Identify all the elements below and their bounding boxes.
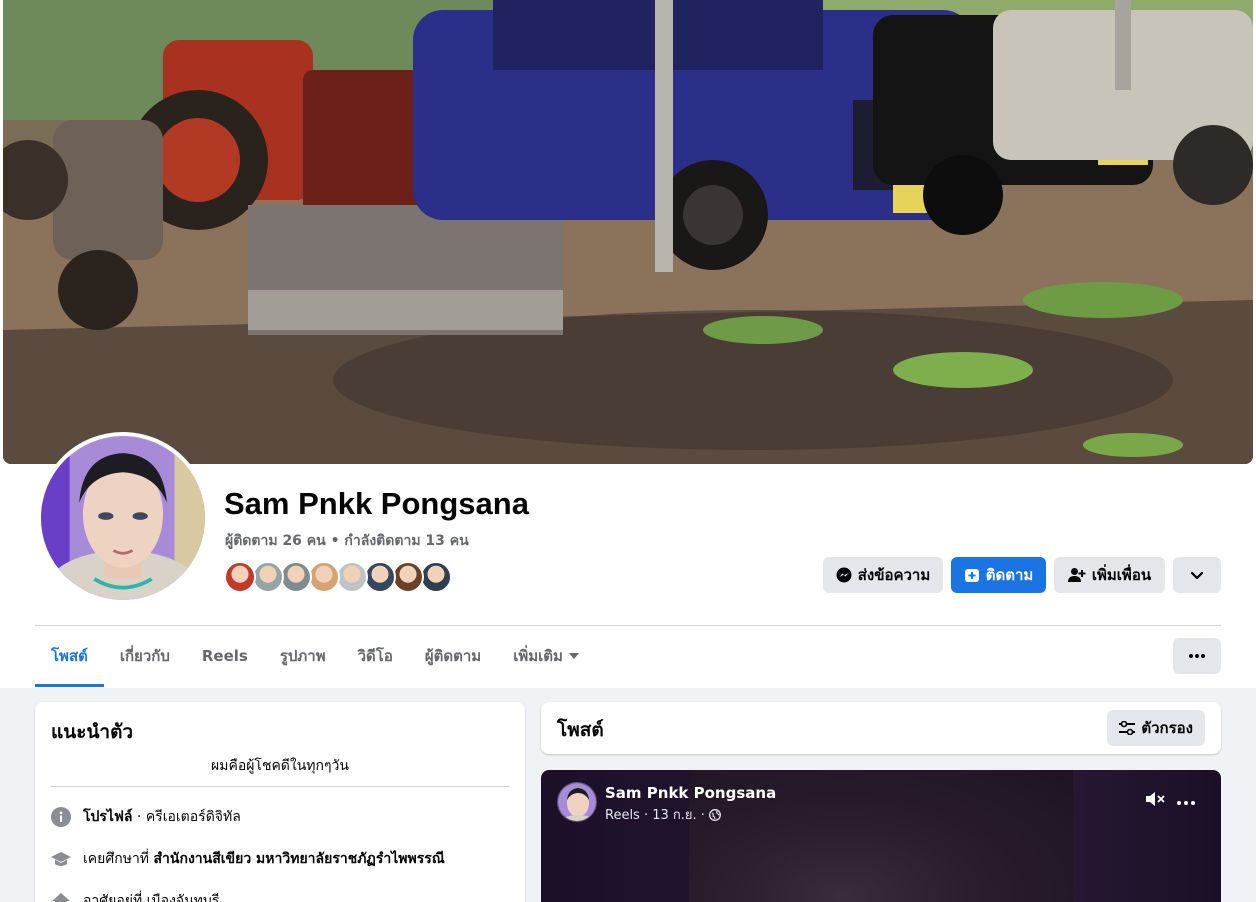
- profile-options-button[interactable]: [1173, 557, 1221, 593]
- messenger-icon: [836, 567, 852, 583]
- follow-button[interactable]: ติดตาม: [951, 557, 1046, 593]
- message-button[interactable]: ส่งข้อความ: [823, 557, 943, 593]
- friend-avatar[interactable]: [420, 561, 452, 593]
- add-friend-icon: [1067, 568, 1086, 582]
- header-divider: [35, 625, 1221, 626]
- reel-author-avatar[interactable]: [557, 782, 597, 822]
- tab-videos[interactable]: วิดีโอ: [342, 627, 409, 685]
- caret-down-icon: [568, 653, 579, 659]
- intro-card: แนะนำตัว ผมคือผู้โชคดีในทุกๆวัน โปรไฟล์ …: [35, 702, 525, 902]
- friend-avatar[interactable]: [392, 561, 424, 593]
- tab-label: ผู้ติดตาม: [424, 647, 482, 665]
- globe-icon: [708, 808, 721, 821]
- friend-avatar[interactable]: [224, 561, 256, 593]
- education-school-link[interactable]: สำนักงานสีเขียว มหาวิทยาลัยราชภัฏรำไพพรร…: [154, 851, 445, 867]
- location-text: อาศัยอยู่ที่ เมืองจันทบุรี: [83, 893, 220, 902]
- profile-type-label: โปรไฟล์: [83, 809, 133, 825]
- info-icon: [51, 807, 71, 827]
- tab-label: วิดีโอ: [357, 647, 393, 665]
- posts-title: โพสต์: [557, 719, 604, 741]
- tab-label: เกี่ยวกับ: [119, 647, 170, 665]
- profile-avatar[interactable]: [37, 432, 209, 604]
- tab-photos[interactable]: รูปภาพ: [264, 627, 342, 685]
- posts-header-card: โพสต์ ตัวกรอง: [541, 702, 1221, 754]
- tab-label: Reels: [201, 647, 248, 665]
- friend-avatar[interactable]: [308, 561, 340, 593]
- friend-avatar[interactable]: [364, 561, 396, 593]
- education-prefix: เคยศึกษาที่: [83, 851, 154, 867]
- follow-label: ติดตาม: [985, 566, 1034, 584]
- reel-options-button[interactable]: [1177, 790, 1195, 809]
- add-friend-label: เพิ่มเพื่อน: [1091, 566, 1152, 584]
- intro-bio: ผมคือผู้โชคดีในทุกๆวัน: [211, 758, 349, 774]
- cover-photo[interactable]: [3, 0, 1253, 464]
- profile-tabs: โพสต์ เกี่ยวกับ Reels รูปภาพ วิดีโอ ผู้ต…: [35, 627, 595, 687]
- chevron-down-icon: [1190, 571, 1204, 580]
- intro-title: แนะนำตัว: [51, 721, 134, 743]
- follow-icon: [964, 569, 979, 582]
- friend-avatar[interactable]: [336, 561, 368, 593]
- profile-type-value: · ครีเอเตอร์ดิจิทัล: [132, 809, 241, 825]
- profile-name: Sam Pnkk Pongsana: [224, 486, 529, 521]
- intro-profile-row: โปรไฟล์ · ครีเอเตอร์ดิจิทัล: [51, 806, 241, 828]
- filter-button[interactable]: ตัวกรอง: [1107, 710, 1205, 746]
- intro-location-row: อาศัยอยู่ที่ เมืองจันทบุรี: [51, 890, 219, 902]
- more-dots-icon: [1189, 654, 1205, 658]
- speaker-muted-icon: [1146, 792, 1165, 806]
- tab-followers[interactable]: ผู้ติดตาม: [409, 627, 497, 685]
- graduation-cap-icon: [51, 849, 71, 869]
- tab-label: โพสต์: [51, 646, 88, 665]
- tab-about[interactable]: เกี่ยวกับ: [104, 627, 186, 685]
- more-dots-icon: [1177, 801, 1195, 805]
- tab-more[interactable]: เพิ่มเติม: [497, 627, 595, 685]
- reel-meta-text: Reels · 13 ก.ย. ·: [605, 808, 705, 823]
- intro-education-row: เคยศึกษาที่ สำนักงานสีเขียว มหาวิทยาลัยร…: [51, 848, 445, 870]
- mute-button[interactable]: [1145, 790, 1167, 812]
- add-friend-button[interactable]: เพิ่มเพื่อน: [1054, 557, 1165, 593]
- friend-avatar[interactable]: [252, 561, 284, 593]
- home-icon: [51, 891, 71, 902]
- filter-label: ตัวกรอง: [1141, 719, 1193, 737]
- tab-reels[interactable]: Reels: [186, 627, 264, 685]
- friend-faces[interactable]: [224, 561, 452, 593]
- reel-meta: Reels · 13 ก.ย. ·: [605, 804, 721, 825]
- reel-post[interactable]: Sam Pnkk Pongsana Reels · 13 ก.ย. ·: [541, 770, 1221, 902]
- reel-author-name[interactable]: Sam Pnkk Pongsana: [605, 784, 776, 802]
- friend-avatar[interactable]: [280, 561, 312, 593]
- follow-stats[interactable]: ผู้ติดตาม 26 คน • กำลังติดตาม 13 คน: [225, 530, 469, 552]
- tab-label: เพิ่มเติม: [513, 647, 563, 665]
- filter-icon: [1119, 721, 1136, 735]
- intro-divider: [51, 786, 509, 787]
- tabs-more-options-button[interactable]: [1173, 638, 1221, 674]
- tab-label: รูปภาพ: [279, 647, 326, 665]
- tab-posts[interactable]: โพสต์: [35, 627, 104, 687]
- message-label: ส่งข้อความ: [857, 566, 931, 584]
